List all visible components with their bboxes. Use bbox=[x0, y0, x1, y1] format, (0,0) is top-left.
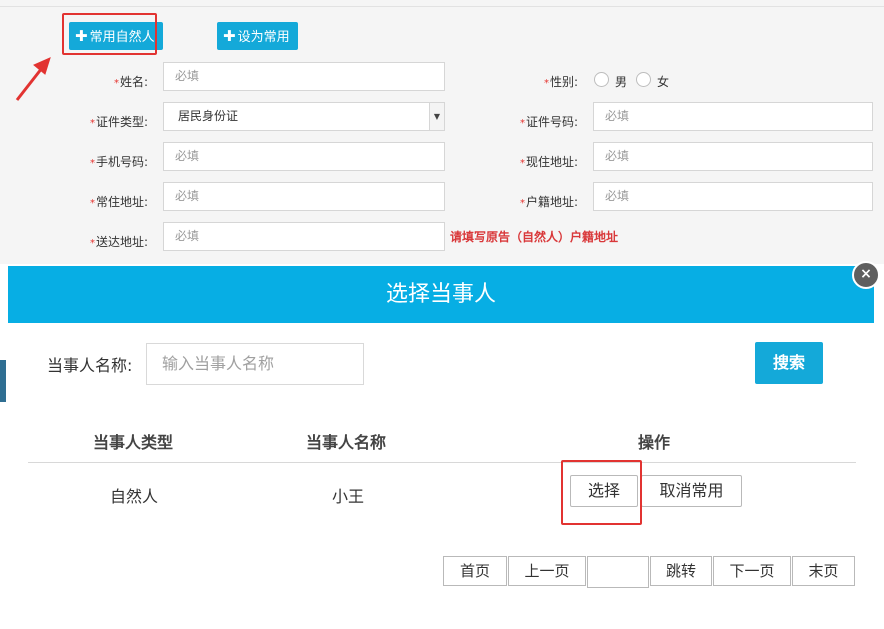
household-address-hint: 请填写原告（自然人）户籍地址 bbox=[450, 230, 619, 244]
household-address-input[interactable]: 必填 bbox=[593, 182, 873, 211]
household-address-label: *户籍地址: bbox=[519, 195, 578, 209]
pager-last[interactable]: 末页 bbox=[792, 556, 855, 586]
name-label: *姓名: bbox=[113, 75, 148, 89]
row-party-type: 自然人 bbox=[110, 487, 159, 506]
party-name-search-input[interactable]: 输入当事人名称 bbox=[146, 343, 364, 385]
id-type-value: 居民身份证 bbox=[178, 109, 239, 123]
phone-input[interactable]: 必填 bbox=[163, 142, 445, 171]
delivery-address-input[interactable]: 必填 bbox=[163, 222, 445, 251]
column-header-party-type: 当事人类型 bbox=[93, 433, 174, 452]
pager-first[interactable]: 首页 bbox=[443, 556, 507, 586]
usual-address-label: *常住地址: bbox=[89, 195, 148, 209]
column-header-party-name: 当事人名称 bbox=[306, 433, 387, 452]
column-header-actions: 操作 bbox=[638, 433, 671, 452]
search-button[interactable]: 搜索 bbox=[755, 342, 823, 384]
name-input[interactable]: 必填 bbox=[163, 62, 445, 91]
id-type-select[interactable]: 居民身份证 ▼ bbox=[163, 102, 445, 131]
top-divider bbox=[0, 6, 884, 7]
cancel-common-button[interactable]: 取消常用 bbox=[641, 475, 742, 507]
pager-next[interactable]: 下一页 bbox=[713, 556, 791, 586]
background-page-strip bbox=[0, 360, 6, 402]
phone-label: *手机号码: bbox=[89, 155, 148, 169]
row-party-name: 小王 bbox=[332, 487, 365, 506]
id-type-label: *证件类型: bbox=[89, 115, 148, 129]
gender-radio-female[interactable] bbox=[636, 72, 651, 87]
chevron-down-icon[interactable]: ▼ bbox=[429, 103, 444, 130]
annotation-box-common-person bbox=[62, 13, 157, 55]
pager-jump[interactable]: 跳转 bbox=[650, 556, 712, 586]
plus-icon: ✚ bbox=[223, 27, 236, 45]
id-number-label: *证件号码: bbox=[519, 115, 578, 129]
pager-prev[interactable]: 上一页 bbox=[508, 556, 586, 586]
delivery-address-label: *送达地址: bbox=[89, 235, 148, 249]
current-address-input[interactable]: 必填 bbox=[593, 142, 873, 171]
gender-radio-male[interactable] bbox=[594, 72, 609, 87]
gender-female-label: 女 bbox=[657, 75, 670, 89]
annotation-box-select bbox=[561, 460, 642, 525]
table-header-divider bbox=[28, 462, 856, 463]
party-name-search-label: 当事人名称: bbox=[47, 356, 133, 375]
id-number-input[interactable]: 必填 bbox=[593, 102, 873, 131]
modal-title: 选择当事人 bbox=[8, 266, 874, 323]
gender-label: *性别: bbox=[543, 75, 578, 89]
pager-page-input[interactable] bbox=[587, 556, 649, 588]
set-common-button[interactable]: ✚ 设为常用 bbox=[217, 22, 298, 50]
gender-male-label: 男 bbox=[615, 75, 628, 89]
set-common-label: 设为常用 bbox=[237, 30, 290, 45]
current-address-label: *现住地址: bbox=[519, 155, 578, 169]
close-icon[interactable]: × bbox=[852, 261, 880, 289]
usual-address-input[interactable]: 必填 bbox=[163, 182, 445, 211]
